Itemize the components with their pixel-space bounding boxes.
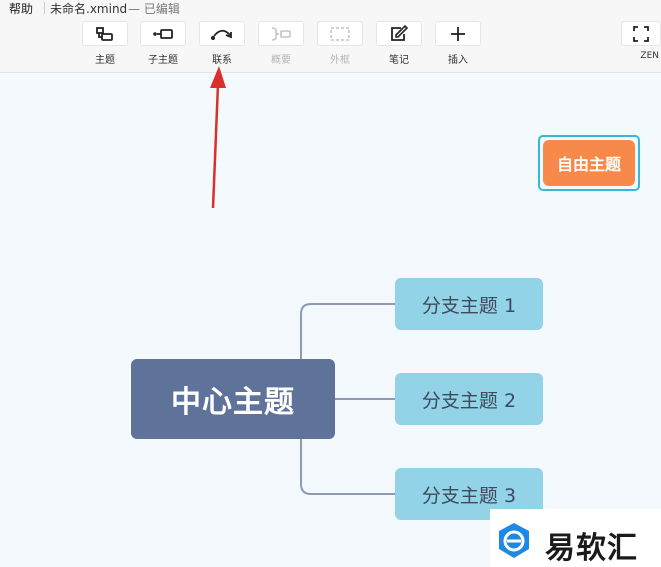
annotation-arrowhead	[210, 66, 226, 88]
branch-topic-2[interactable]: 分支主题 2	[395, 373, 543, 425]
branch-connector	[300, 439, 395, 495]
mindmap-connectors	[210, 66, 395, 495]
watermark-text: 易软汇	[545, 531, 638, 566]
free-topic[interactable]: 自由主题	[543, 140, 635, 186]
annotation-arrow	[211, 83, 220, 209]
branch-connector	[300, 303, 395, 359]
watermark-logo-icon	[499, 523, 529, 558]
branch-topic-1[interactable]: 分支主题 1	[395, 278, 543, 330]
central-topic[interactable]: 中心主题	[131, 359, 335, 439]
